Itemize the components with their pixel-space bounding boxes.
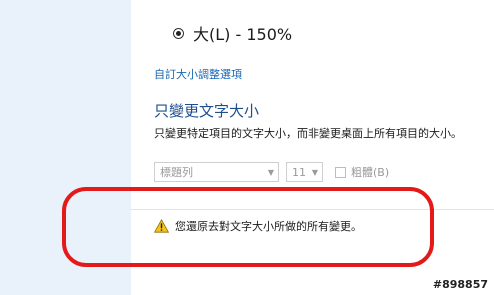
radio-selected-dot xyxy=(176,30,181,36)
scaling-option-row[interactable]: 大(L) - 150% xyxy=(173,22,292,44)
chevron-down-icon: ▼ xyxy=(311,167,319,177)
scaling-radio-button[interactable] xyxy=(173,27,184,39)
chevron-down-icon: ▼ xyxy=(267,167,275,177)
annotation-highlight-frame xyxy=(62,187,434,267)
text-size-description: 只變更特定項目的文字大小，而非變更桌面上所有項目的大小。 xyxy=(154,127,462,140)
scaling-option-label[interactable]: 大(L) - 150% xyxy=(193,21,292,45)
bold-checkbox[interactable] xyxy=(335,166,346,178)
bold-checkbox-label[interactable]: 粗體(B) xyxy=(351,164,389,180)
font-size-select[interactable]: 11 ▼ xyxy=(286,162,323,182)
item-select-value: 標題列 xyxy=(160,166,193,179)
watermark-text: #898857 xyxy=(432,278,488,291)
custom-sizing-link[interactable]: 自訂大小調整選項 xyxy=(154,66,242,82)
font-size-select-value: 11 xyxy=(292,165,306,179)
bold-option[interactable]: 粗體(B) xyxy=(335,164,389,180)
text-size-section-title: 只變更文字大小 xyxy=(154,102,260,120)
item-select[interactable]: 標題列 ▼ xyxy=(154,162,279,182)
